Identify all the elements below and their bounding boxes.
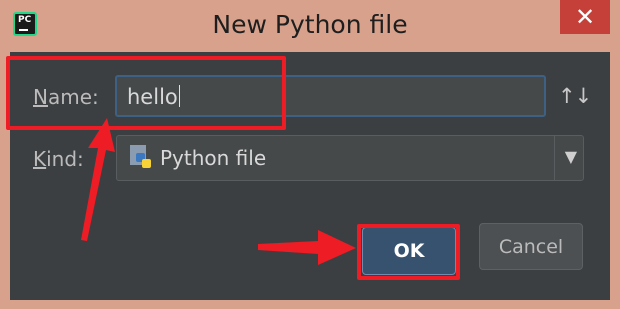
python-file-icon (130, 145, 152, 171)
cancel-button[interactable]: Cancel (479, 223, 583, 270)
chevron-down-icon[interactable]: ▼ (565, 147, 577, 166)
kind-label: Kind: (33, 147, 84, 171)
close-icon: ✕ (574, 3, 596, 31)
title-bar: PC New Python file ✕ (0, 0, 620, 52)
ok-button-highlight-box (357, 224, 460, 280)
window-title: New Python file (212, 10, 408, 39)
sort-icon[interactable]: ↑↓ (558, 84, 592, 108)
kind-selected-value: Python file (160, 146, 267, 170)
kind-dropdown[interactable]: Python file ▼ (116, 135, 584, 181)
name-field-highlight-box (6, 56, 286, 130)
close-button[interactable]: ✕ (560, 0, 610, 34)
